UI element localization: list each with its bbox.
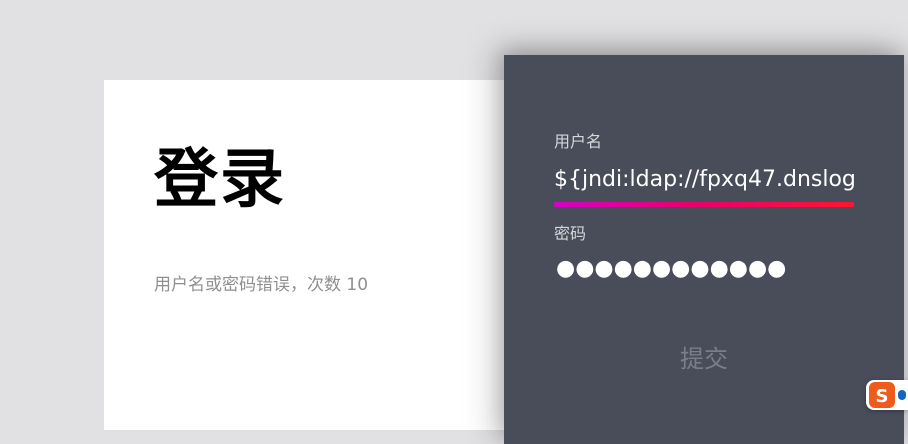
login-info-card: 登录 用户名或密码错误，次数 10	[104, 80, 524, 430]
submit-button[interactable]: 提交	[654, 338, 754, 378]
ime-status-icon	[898, 390, 906, 400]
error-message: 用户名或密码错误，次数 10	[154, 275, 369, 295]
login-form-panel: 用户名 密码 ●●●●●●●●●●●● 提交	[504, 55, 904, 444]
ime-toolbar[interactable]: S	[866, 380, 908, 410]
username-underline	[554, 202, 854, 207]
page-title: 登录	[154, 143, 286, 217]
username-input[interactable]	[554, 159, 854, 199]
ime-letter: S	[876, 386, 889, 407]
username-label: 用户名	[554, 132, 603, 151]
password-input[interactable]: ●●●●●●●●●●●●	[556, 258, 786, 280]
sogou-ime-icon: S	[869, 382, 895, 408]
password-label: 密码	[554, 224, 587, 243]
